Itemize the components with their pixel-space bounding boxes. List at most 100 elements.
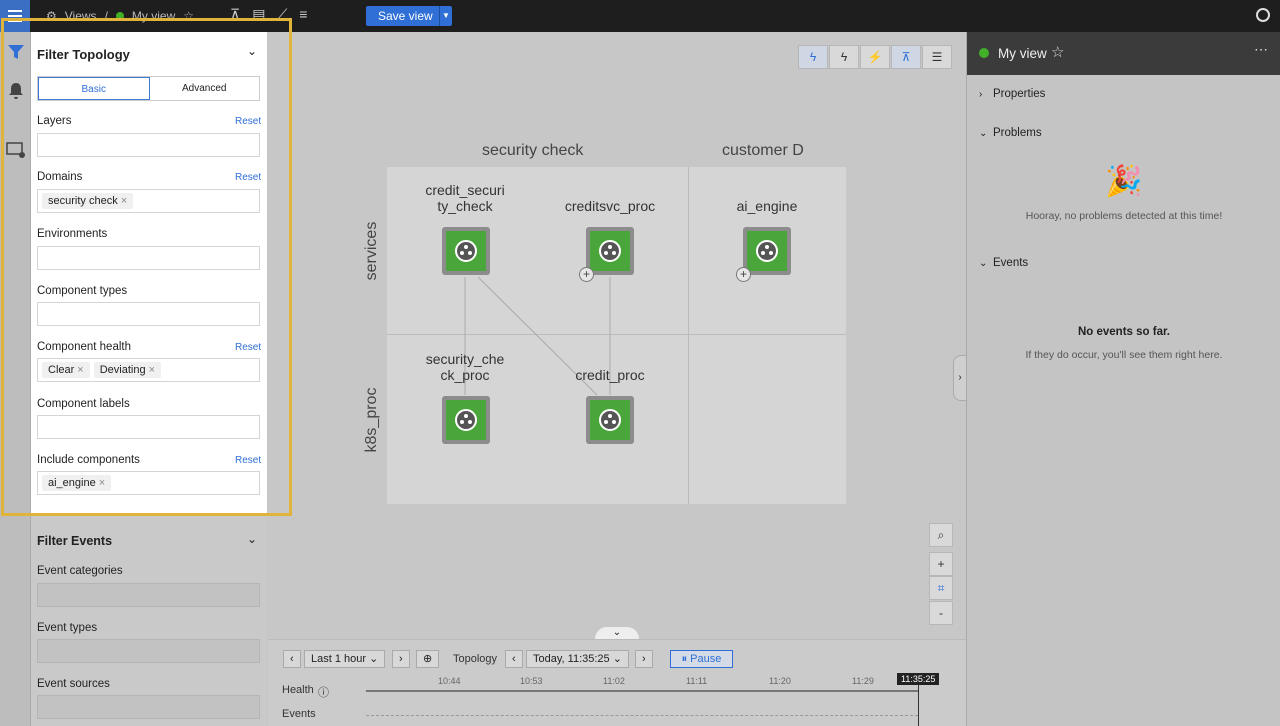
view-title: My view: [998, 46, 1047, 61]
component-types-input[interactable]: [37, 302, 260, 326]
properties-section[interactable]: › Properties: [979, 88, 1045, 100]
component-health-input[interactable]: Clear × Deviating ×: [37, 358, 260, 382]
service-icon: [455, 240, 477, 262]
lightning-half-icon[interactable]: ϟ: [829, 45, 859, 69]
include-components-input[interactable]: ai_engine ×: [37, 471, 260, 495]
time-tick: 10:53: [520, 676, 543, 686]
chip-label: Deviating: [99, 364, 146, 376]
lightning-icon[interactable]: ⚡: [860, 45, 890, 69]
chevron-down-icon: ⌄: [979, 258, 988, 269]
domains-reset-link[interactable]: Reset: [235, 172, 261, 183]
domain-column-label: security check: [482, 142, 584, 159]
domains-label: Domains: [37, 171, 83, 183]
health-chip-clear[interactable]: Clear ×: [42, 362, 90, 378]
layers-reset-link[interactable]: Reset: [235, 116, 261, 127]
current-time-marker[interactable]: [918, 684, 919, 726]
node-label-line: ck_proc: [440, 367, 490, 383]
events-section-label: Events: [993, 257, 1029, 269]
filter-panel: Filter Topology ⌄ Basic Advanced Layers …: [31, 32, 267, 726]
health-chip-deviating[interactable]: Deviating ×: [93, 362, 162, 378]
component-health-reset-link[interactable]: Reset: [235, 342, 261, 353]
include-components-reset-link[interactable]: Reset: [235, 455, 261, 466]
lightning-outline-icon[interactable]: ϟ: [798, 45, 828, 69]
event-categories-label: Event categories: [37, 565, 123, 577]
chevron-right-icon[interactable]: ›: [635, 650, 653, 668]
view-settings-icon[interactable]: [6, 140, 26, 160]
current-time-label: 11:35:25: [897, 673, 940, 685]
chevron-right-icon[interactable]: ›: [953, 355, 967, 401]
component-health-label: Component health: [37, 341, 131, 353]
star-icon[interactable]: ☆: [1051, 43, 1064, 61]
layers-input[interactable]: [37, 133, 260, 157]
events-track[interactable]: [366, 715, 918, 716]
topology-layout-icon[interactable]: ⊼: [891, 45, 921, 69]
time-range-dropdown[interactable]: Last 1 hour ⌄: [304, 650, 386, 668]
health-track[interactable]: [366, 690, 918, 692]
remove-chip-icon[interactable]: ×: [99, 477, 105, 489]
chevron-left-icon[interactable]: ‹: [283, 650, 301, 668]
events-label: Events: [282, 708, 316, 720]
zoom-out-button[interactable]: -: [929, 601, 953, 625]
breadcrumb-separator: /: [104, 9, 108, 23]
layer-row-label: services: [363, 221, 380, 281]
component-node[interactable]: [743, 227, 791, 275]
domains-input[interactable]: security check ×: [37, 189, 260, 213]
bell-icon[interactable]: [6, 81, 26, 101]
remove-chip-icon[interactable]: ×: [121, 195, 127, 207]
search-icon[interactable]: ⌕: [929, 523, 953, 547]
time-dropdown[interactable]: Today, 11:35:25 ⌄: [526, 650, 629, 668]
component-node[interactable]: [442, 227, 490, 275]
node-label-line: ty_check: [437, 198, 493, 214]
zoom-icon[interactable]: ⊕: [416, 650, 440, 668]
visualization-toolbar: ϟ ϟ ⚡ ⊼ ☰: [797, 45, 952, 69]
component-node[interactable]: [586, 396, 634, 444]
star-icon[interactable]: ☆: [183, 9, 194, 23]
event-sources-input[interactable]: [37, 695, 260, 719]
timeline: ‹ Last 1 hour ⌄ › ⊕ Topology ‹ Today, 11…: [268, 639, 966, 726]
event-types-input[interactable]: [37, 639, 260, 663]
topology-grid: credit_securi ty_check creditsvc_proc + a…: [387, 167, 846, 504]
events-view-icon[interactable]: ▤: [252, 6, 265, 23]
chevron-down-icon[interactable]: ⌄: [247, 44, 257, 58]
events-section[interactable]: ⌄ Events: [979, 257, 1028, 269]
save-view-button[interactable]: Save view ▼: [366, 6, 452, 26]
remove-chip-icon[interactable]: ×: [77, 364, 83, 376]
zoom-in-button[interactable]: +: [929, 552, 953, 576]
chevron-down-icon[interactable]: ⌄: [247, 532, 257, 546]
topology-view-icon[interactable]: ⊼: [230, 6, 240, 23]
problems-section[interactable]: ⌄ Problems: [979, 127, 1042, 139]
traces-view-icon[interactable]: ≡: [299, 6, 307, 23]
remove-chip-icon[interactable]: ×: [149, 364, 155, 376]
topology-canvas[interactable]: ϟ ϟ ⚡ ⊼ ☰ security check customer D serv…: [268, 32, 966, 639]
user-icon[interactable]: [1256, 8, 1270, 22]
help-icon[interactable]: ⓘ: [318, 684, 329, 700]
event-categories-input[interactable]: [37, 583, 260, 607]
pause-button[interactable]: ⏸ Pause: [670, 650, 733, 668]
chevron-right-icon[interactable]: ›: [392, 650, 410, 668]
tab-basic[interactable]: Basic: [38, 77, 150, 100]
domain-column-label: customer D: [722, 142, 804, 159]
component-node[interactable]: [442, 396, 490, 444]
filter-icon[interactable]: [6, 42, 26, 62]
fit-to-screen-icon[interactable]: ⌗: [929, 576, 953, 600]
top-bar: ⚙ Views / My view ☆ ⊼ ▤ ⟋ ≡ Save view ▼: [0, 0, 1280, 32]
component-labels-input[interactable]: [37, 415, 260, 439]
domain-chip[interactable]: security check ×: [42, 193, 134, 209]
expand-node-button[interactable]: +: [736, 267, 751, 282]
component-node[interactable]: [586, 227, 634, 275]
breadcrumb-views[interactable]: Views: [65, 9, 97, 23]
more-options-icon[interactable]: ⋯: [1254, 41, 1269, 58]
problems-label: Problems: [993, 127, 1042, 139]
component-chip[interactable]: ai_engine ×: [42, 475, 112, 491]
no-problems-text: Hooray, no problems detected at this tim…: [1025, 210, 1223, 222]
event-sources-label: Event sources: [37, 678, 110, 690]
list-icon[interactable]: ☰: [922, 45, 952, 69]
environments-input[interactable]: [37, 246, 260, 270]
menu-icon[interactable]: [0, 0, 30, 32]
metrics-view-icon[interactable]: ⟋: [277, 6, 287, 23]
chevron-down-icon[interactable]: ▼: [439, 6, 452, 26]
chevron-left-icon[interactable]: ‹: [505, 650, 523, 668]
expand-node-button[interactable]: +: [579, 267, 594, 282]
tab-advanced[interactable]: Advanced: [150, 77, 260, 100]
pause-label: Pause: [690, 653, 722, 665]
